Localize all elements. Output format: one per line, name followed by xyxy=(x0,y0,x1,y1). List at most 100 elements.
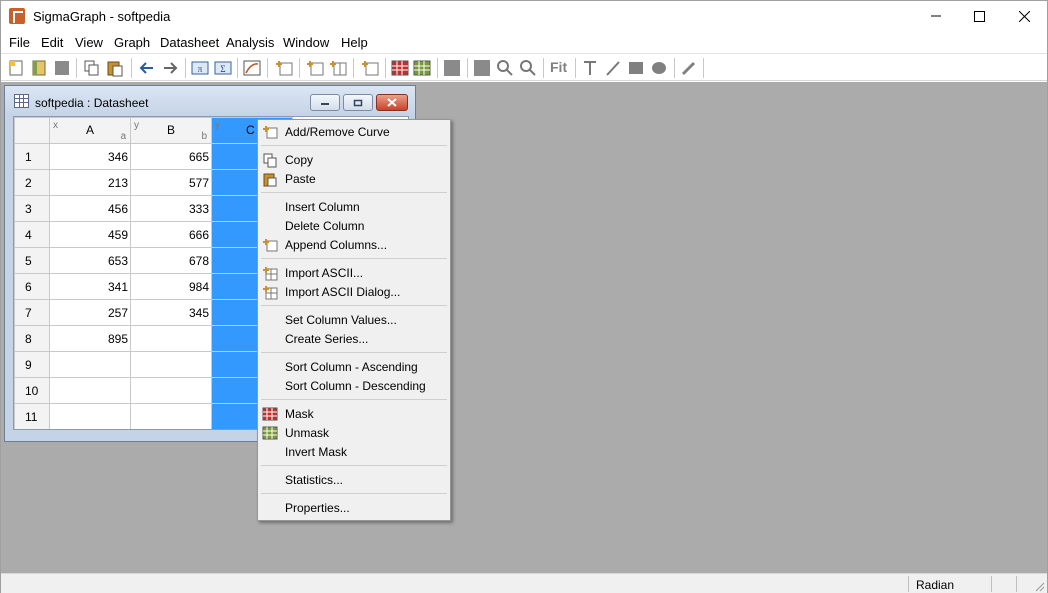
ellipse-tool-icon[interactable] xyxy=(650,59,668,77)
mask-icon[interactable] xyxy=(391,59,409,77)
undo-icon[interactable] xyxy=(138,59,156,77)
menu-window[interactable]: Window xyxy=(283,35,329,50)
cell-b[interactable] xyxy=(130,351,212,378)
menu-edit[interactable]: Edit xyxy=(41,35,63,50)
menu-item-copy[interactable]: Copy xyxy=(285,151,313,169)
row-number[interactable]: 5 xyxy=(14,247,50,274)
menu-item-delete-column[interactable]: Delete Column xyxy=(285,217,364,235)
close-button[interactable] xyxy=(1001,1,1047,31)
row-number[interactable]: 4 xyxy=(14,221,50,248)
cell-a[interactable]: 459 xyxy=(49,221,131,248)
select-tool-icon[interactable] xyxy=(473,59,491,77)
row-number[interactable]: 6 xyxy=(14,273,50,300)
cell-b[interactable]: 665 xyxy=(130,143,212,170)
cell-b[interactable]: 333 xyxy=(130,195,212,222)
cell-a[interactable] xyxy=(49,403,131,429)
column-header-b[interactable]: y B b xyxy=(130,117,212,144)
toolbar-separator xyxy=(299,58,300,78)
menu-item-set-column-values[interactable]: Set Column Values... xyxy=(285,311,397,329)
cell-b[interactable]: 678 xyxy=(130,247,212,274)
title-bar[interactable]: SigmaGraph - softpedia xyxy=(1,1,1047,31)
cell-b[interactable]: 666 xyxy=(130,221,212,248)
cell-a[interactable]: 257 xyxy=(49,299,131,326)
add-curve-icon xyxy=(263,126,278,139)
minimize-button[interactable] xyxy=(913,1,959,31)
sigmagraph-app-icon xyxy=(9,8,25,24)
cell-b[interactable] xyxy=(130,403,212,429)
menu-item-add-remove-curve[interactable]: Add/Remove Curve xyxy=(285,123,390,141)
menu-item-paste[interactable]: Paste xyxy=(285,170,316,188)
corner-cell[interactable] xyxy=(14,117,50,144)
row-number[interactable]: 1 xyxy=(14,143,50,170)
disabled-tool-icon[interactable] xyxy=(443,59,461,77)
row-number[interactable]: 8 xyxy=(14,325,50,352)
unmask-icon[interactable] xyxy=(413,59,431,77)
menu-item-unmask[interactable]: Unmask xyxy=(285,424,329,442)
cell-b[interactable]: 577 xyxy=(130,169,212,196)
column-header-a[interactable]: x A a xyxy=(49,117,131,144)
text-tool-icon[interactable] xyxy=(581,59,599,77)
zoom-in-icon[interactable] xyxy=(496,59,514,77)
menu-file[interactable]: File xyxy=(9,35,30,50)
cell-a[interactable]: 653 xyxy=(49,247,131,274)
child-restore-button[interactable] xyxy=(343,94,373,111)
row-number[interactable]: 9 xyxy=(14,351,50,378)
cell-b[interactable]: 345 xyxy=(130,299,212,326)
menu-item-sort-descending[interactable]: Sort Column - Descending xyxy=(285,377,426,395)
redo-icon[interactable] xyxy=(161,59,179,77)
child-close-button[interactable] xyxy=(376,94,408,111)
cell-a[interactable]: 213 xyxy=(49,169,131,196)
menu-item-import-ascii[interactable]: Import ASCII... xyxy=(285,264,363,282)
menu-datasheet[interactable]: Datasheet xyxy=(160,35,219,50)
new-document-icon[interactable] xyxy=(7,59,25,77)
cell-a[interactable]: 341 xyxy=(49,273,131,300)
menu-view[interactable]: View xyxy=(75,35,103,50)
row-number[interactable]: 3 xyxy=(14,195,50,222)
insert-column-icon[interactable] xyxy=(306,59,324,77)
zoom-out-icon[interactable] xyxy=(519,59,537,77)
menu-help[interactable]: Help xyxy=(341,35,368,50)
menu-item-create-series[interactable]: Create Series... xyxy=(285,330,368,348)
rectangle-tool-icon[interactable] xyxy=(627,59,645,77)
menu-item-statistics[interactable]: Statistics... xyxy=(285,471,343,489)
copy-icon[interactable] xyxy=(83,59,101,77)
pen-tool-icon[interactable] xyxy=(680,59,698,77)
line-tool-icon[interactable] xyxy=(604,59,622,77)
cell-a[interactable]: 346 xyxy=(49,143,131,170)
row-number[interactable]: 7 xyxy=(14,299,50,326)
cell-a[interactable] xyxy=(49,351,131,378)
paste-icon[interactable] xyxy=(106,59,124,77)
menu-item-invert-mask[interactable]: Invert Mask xyxy=(285,443,347,461)
menu-item-append-columns[interactable]: Append Columns... xyxy=(285,236,387,254)
menu-item-sort-ascending[interactable]: Sort Column - Ascending xyxy=(285,358,418,376)
cell-b[interactable]: 984 xyxy=(130,273,212,300)
append-columns-icon[interactable] xyxy=(329,59,347,77)
cell-a[interactable] xyxy=(49,377,131,404)
toolbar-separator xyxy=(353,58,354,78)
open-document-icon[interactable] xyxy=(30,59,48,77)
menu-item-properties[interactable]: Properties... xyxy=(285,499,350,517)
fit-button[interactable]: Fit xyxy=(550,59,572,77)
cell-b[interactable] xyxy=(130,377,212,404)
menu-item-import-ascii-dialog[interactable]: Import ASCII Dialog... xyxy=(285,283,400,301)
row-number[interactable]: 11 xyxy=(14,403,50,429)
maximize-button[interactable] xyxy=(956,1,1002,31)
cell-a[interactable]: 895 xyxy=(49,325,131,352)
menu-item-insert-column[interactable]: Insert Column xyxy=(285,198,360,216)
child-minimize-button[interactable] xyxy=(310,94,340,111)
row-number[interactable]: 2 xyxy=(14,169,50,196)
menu-item-mask[interactable]: Mask xyxy=(285,405,314,423)
graph-window-icon[interactable] xyxy=(243,59,261,77)
cell-b[interactable] xyxy=(130,325,212,352)
menu-analysis[interactable]: Analysis xyxy=(226,35,274,50)
row-number[interactable]: 10 xyxy=(14,377,50,404)
import-ascii-icon[interactable] xyxy=(361,59,379,77)
cell-a[interactable]: 456 xyxy=(49,195,131,222)
save-icon[interactable] xyxy=(53,59,71,77)
pi-constant-icon[interactable]: π xyxy=(191,59,209,77)
resize-grip-icon[interactable] xyxy=(1033,580,1045,592)
menu-graph[interactable]: Graph xyxy=(114,35,150,50)
sigma-formula-icon[interactable]: Σ xyxy=(214,59,232,77)
add-curve-icon[interactable] xyxy=(275,59,293,77)
datasheet-title-bar[interactable]: softpedia : Datasheet xyxy=(5,86,415,116)
